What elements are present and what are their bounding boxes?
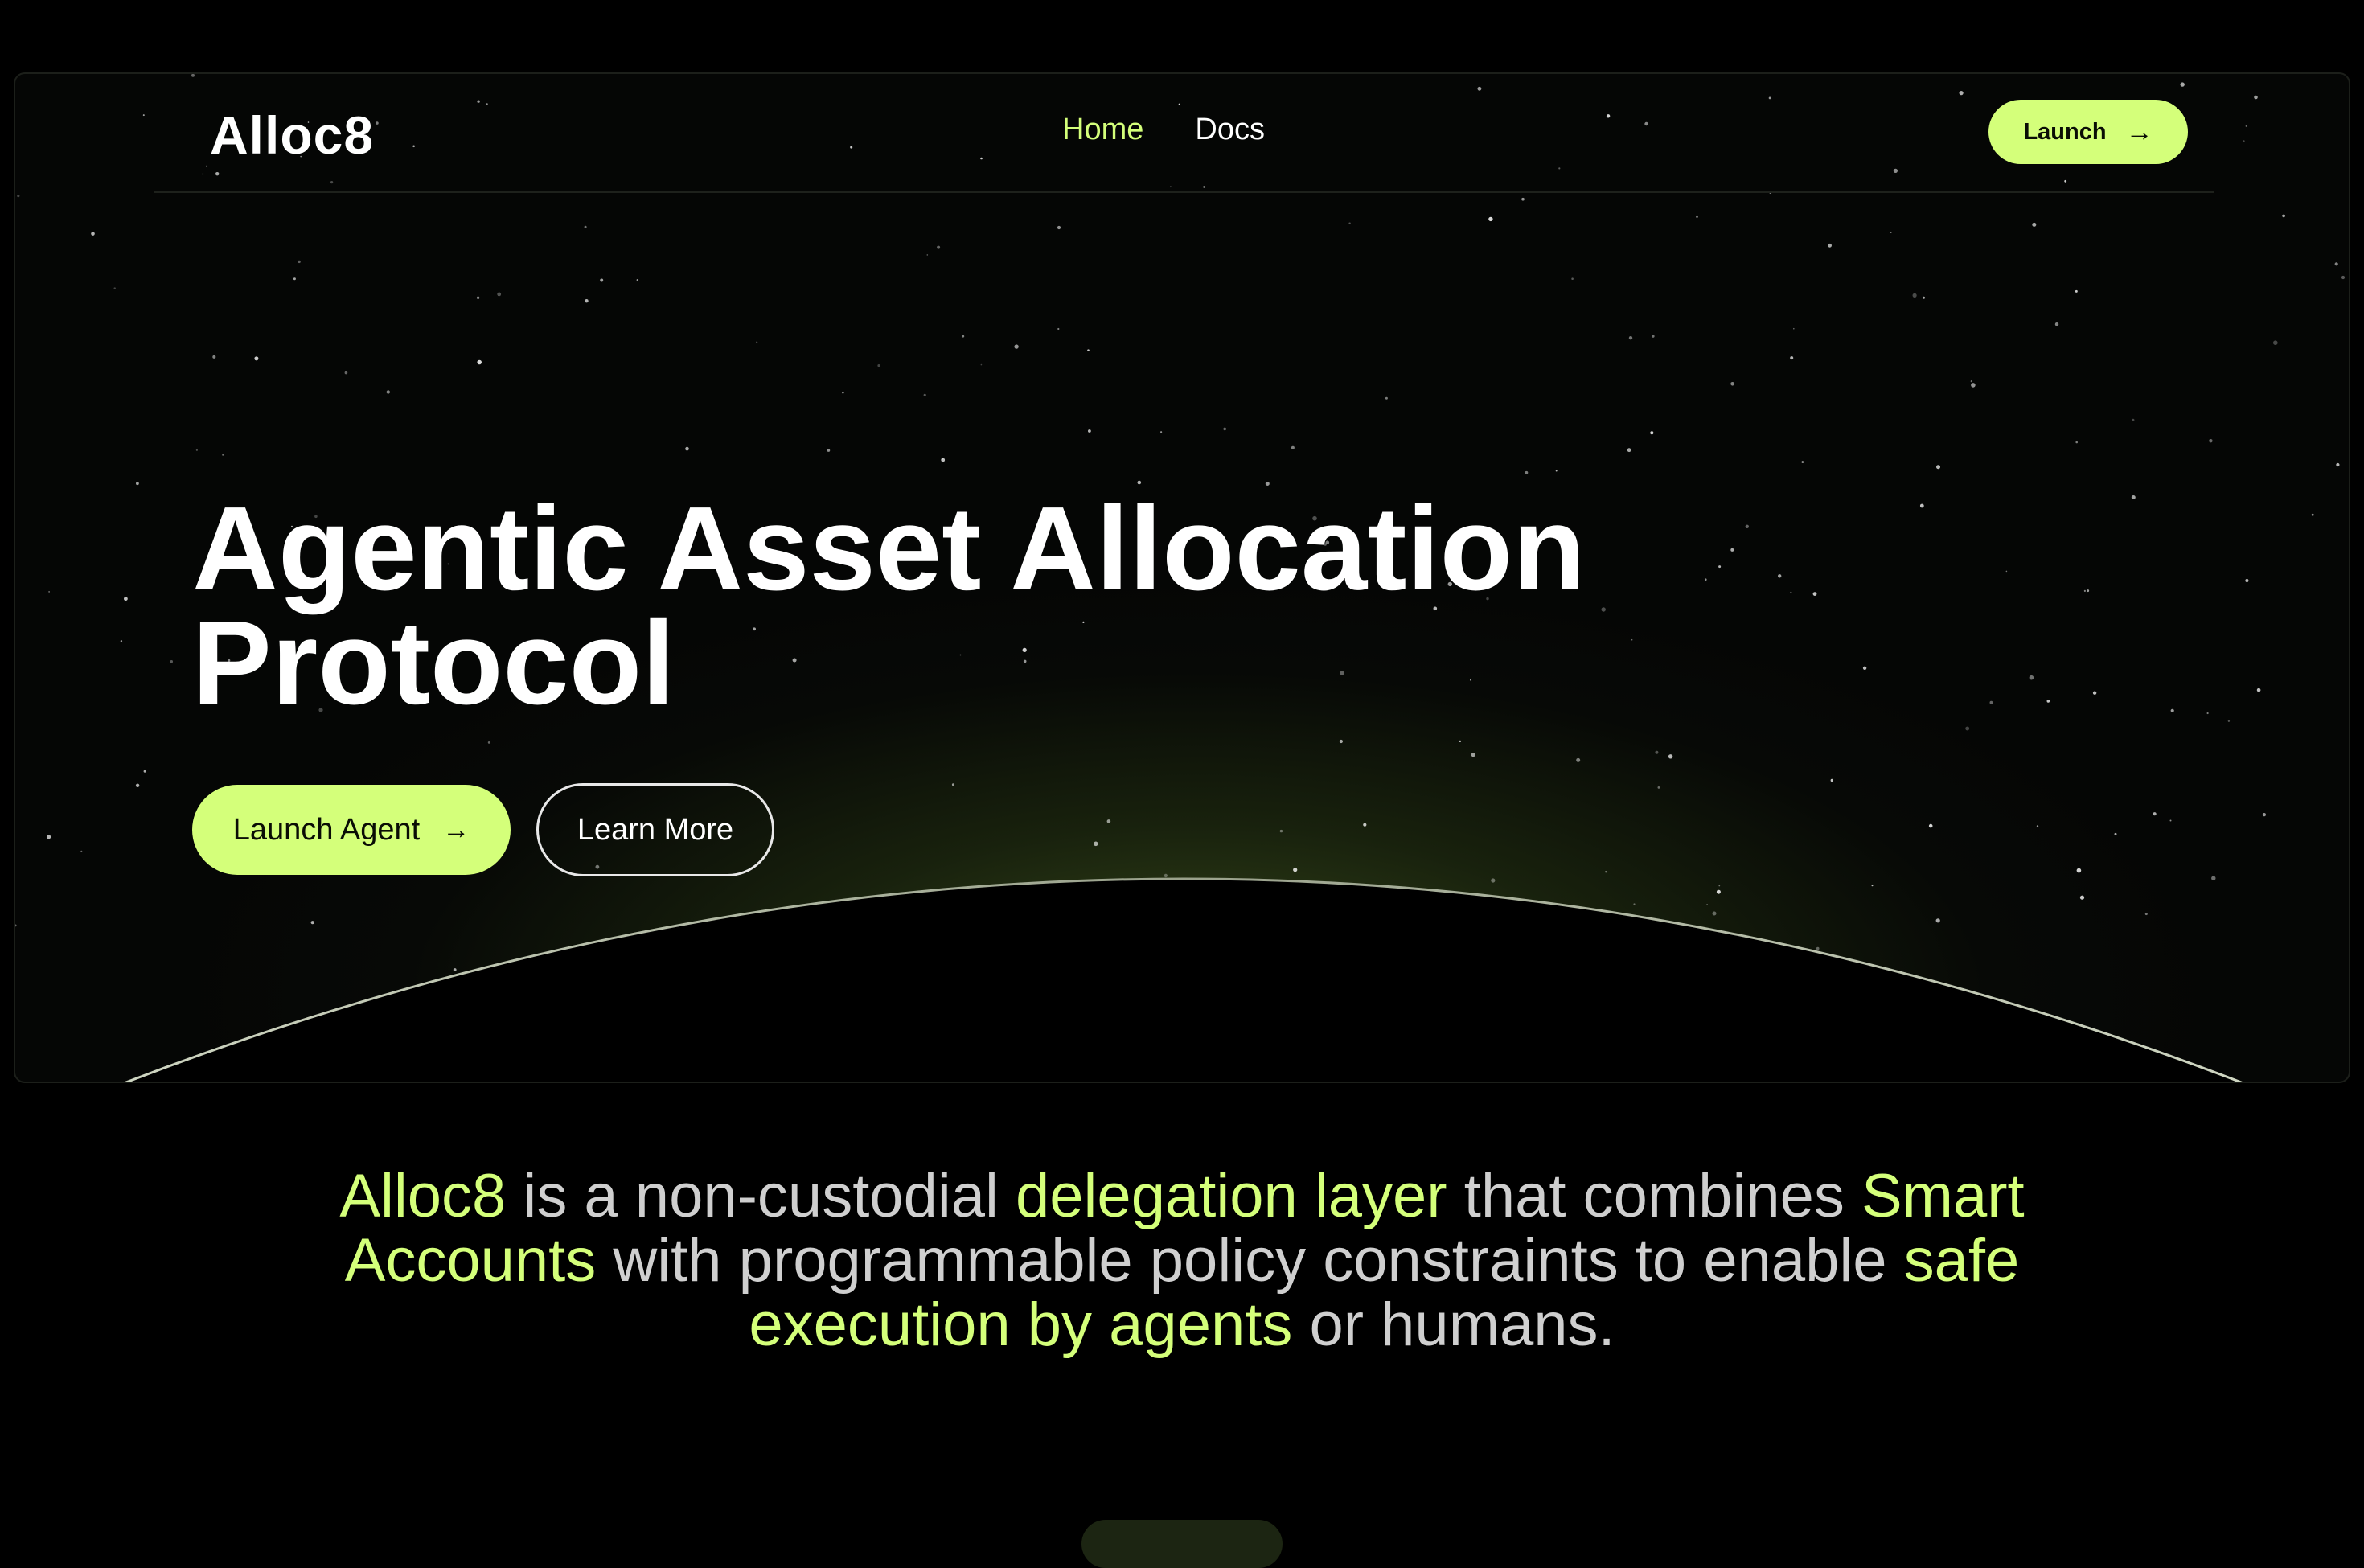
learn-more-button[interactable]: Learn More [536,783,774,876]
launch-button[interactable]: Launch → [1988,100,2188,164]
next-section-pill[interactable] [1081,1520,1283,1568]
nav-link-docs[interactable]: Docs [1195,113,1265,147]
tagline-part: is a non-custodial [506,1162,1016,1230]
arrow-right-icon: → [2125,117,2153,147]
launch-agent-button[interactable]: Launch Agent → [192,785,511,875]
cta-row: Launch Agent → Learn More [192,783,774,876]
logo[interactable]: Alloc8 [210,105,374,166]
tagline-part: or humans. [1292,1291,1615,1359]
nav-links: Home Docs [1062,113,1265,147]
tagline: Alloc8 is a non-custodial delegation lay… [298,1164,2066,1357]
tagline-part: delegation layer [1016,1162,1447,1230]
launch-button-label: Launch [2023,118,2107,145]
tagline-part: that combines [1447,1162,1861,1230]
hero-section: Alloc8 Home Docs Launch → Agentic Asset … [14,72,2350,1083]
tagline-part: Alloc8 [339,1162,507,1230]
top-nav: Alloc8 Home Docs Launch → [154,74,2214,193]
tagline-part: with programmable policy constraints to … [596,1226,1904,1295]
launch-agent-label: Launch Agent [232,812,421,847]
arrow-right-icon: → [442,815,470,845]
nav-link-home[interactable]: Home [1062,113,1143,147]
headline-line-1: Agentic Asset Allocation [192,482,1586,615]
learn-more-label: Learn More [577,812,734,847]
hero-headline: Agentic Asset Allocation Protocol [192,490,1881,723]
headline-line-2: Protocol [192,597,675,729]
